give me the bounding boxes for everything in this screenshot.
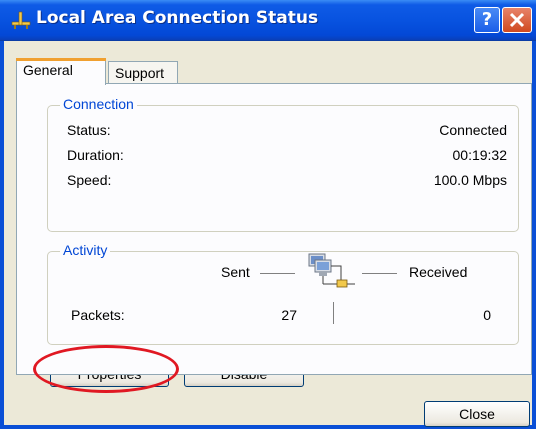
status-window: Local Area Connection Status ? General S… [0, 0, 536, 429]
network-connection-icon [11, 11, 31, 29]
help-button[interactable]: ? [474, 7, 500, 33]
packets-sent-value: 27 [281, 307, 297, 323]
activity-heading: Activity [60, 242, 111, 258]
packets-divider [333, 302, 334, 324]
speed-label: Speed: [67, 172, 112, 188]
tab-general[interactable]: General [16, 58, 106, 85]
sent-divider [260, 273, 295, 274]
speed-value: 100.0 Mbps [433, 172, 507, 188]
duration-label: Duration: [67, 147, 124, 163]
received-label: Received [409, 264, 468, 280]
close-window-button[interactable] [502, 7, 532, 33]
status-value: Connected [439, 122, 507, 138]
status-label: Status: [67, 122, 111, 138]
window-title: Local Area Connection Status [36, 8, 319, 28]
packets-received-value: 0 [483, 307, 491, 323]
close-button[interactable]: Close [424, 401, 530, 427]
question-mark-icon: ? [481, 9, 493, 30]
network-computers-icon [308, 253, 355, 288]
title-bar[interactable]: Local Area Connection Status ? [0, 0, 536, 41]
duration-value: 00:19:32 [452, 147, 508, 163]
packets-label: Packets: [71, 307, 125, 323]
tab-support[interactable]: Support [108, 61, 178, 85]
close-x-icon [509, 12, 525, 28]
sent-label: Sent [221, 264, 250, 280]
connection-heading: Connection [60, 96, 137, 112]
received-divider [362, 273, 397, 274]
general-tab-panel: Connection Status: Connected Duration: 0… [16, 83, 532, 375]
